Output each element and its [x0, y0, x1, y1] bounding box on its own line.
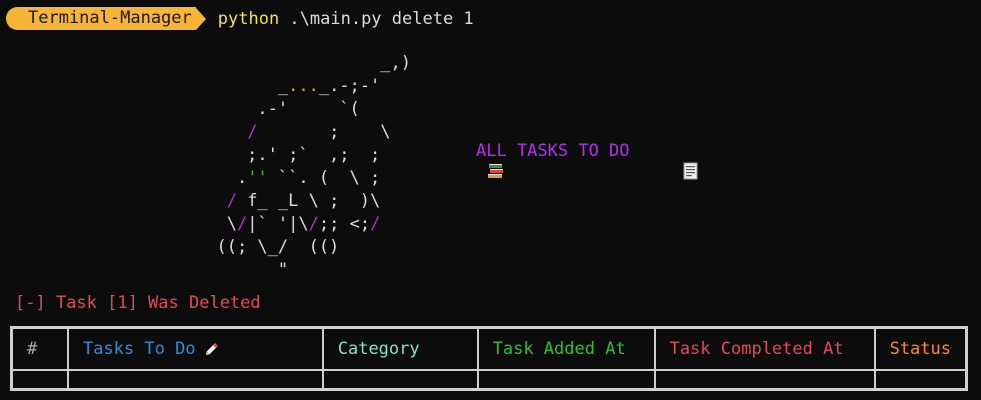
ascii-line: \	[196, 214, 237, 234]
table-cell	[66, 369, 324, 391]
pencil-icon	[204, 339, 222, 357]
column-header-number: #	[10, 326, 69, 371]
ascii-line: ``. ( \ ;	[267, 168, 381, 188]
table-cell	[873, 369, 968, 391]
prompt-badge: Terminal-Manager	[6, 7, 196, 30]
command-text: python .\main.py delete 1	[218, 9, 474, 29]
ascii-line: .-' `(	[196, 99, 360, 119]
prompt-arrow-icon	[195, 7, 206, 30]
column-header-category: Category	[321, 326, 479, 371]
table-cell	[653, 369, 876, 391]
status-message: [-] Task [1] Was Deleted	[15, 293, 261, 313]
tasks-heading: ALL TASKS TO DO	[446, 139, 698, 180]
table-cell	[10, 369, 69, 391]
heading-text: ALL TASKS TO DO	[476, 141, 630, 161]
ascii-line: ''	[247, 168, 268, 188]
ascii-line: .	[196, 168, 248, 188]
ascii-line: /	[226, 191, 237, 211]
ascii-line: /	[308, 214, 319, 234]
ascii-line: "	[196, 260, 289, 280]
ascii-line: _,)	[196, 53, 411, 73]
ascii-line: _	[196, 76, 289, 96]
ascii-line	[196, 191, 227, 211]
ascii-line: f_ _L \ ; )\	[236, 191, 381, 211]
scroll-icon	[642, 142, 698, 180]
books-icon	[446, 142, 503, 178]
column-header-tasks: Tasks To Do	[66, 326, 324, 371]
ascii-line: /	[247, 122, 258, 142]
ascii-line: |` '|\	[247, 214, 309, 234]
column-header-status: Status	[873, 326, 968, 371]
command-exe: python	[217, 8, 280, 29]
ascii-line: ;; <;	[318, 214, 371, 234]
ascii-art: _,) _..._.-;-' .-' `( / ; \ ;.' ;` ,; ; …	[196, 52, 411, 282]
tasks-table: # Tasks To Do Category Task Added At Tas…	[10, 326, 968, 391]
table-cell	[321, 369, 479, 391]
column-header-completed: Task Completed At	[653, 326, 876, 371]
ascii-line: ;.' ;` ,; ;	[196, 145, 381, 165]
ascii-line: ...	[288, 76, 319, 96]
ascii-line: _.-;-'	[318, 76, 381, 96]
ascii-line: /	[370, 214, 381, 234]
command-args: .\main.py delete 1	[279, 8, 474, 29]
ascii-line: ((; \_/ (()	[196, 237, 340, 257]
column-header-tasks-label: Tasks To Do	[82, 339, 196, 359]
ascii-line: ; \	[257, 122, 391, 142]
ascii-line: /	[236, 214, 248, 234]
ascii-line	[196, 122, 247, 142]
table-cell	[476, 369, 656, 391]
table-header-row: # Tasks To Do Category Task Added At Tas…	[10, 326, 968, 371]
column-header-added: Task Added At	[476, 326, 656, 371]
terminal-prompt: Terminal-Manager python .\main.py delete…	[6, 7, 474, 30]
table-row	[10, 369, 968, 391]
